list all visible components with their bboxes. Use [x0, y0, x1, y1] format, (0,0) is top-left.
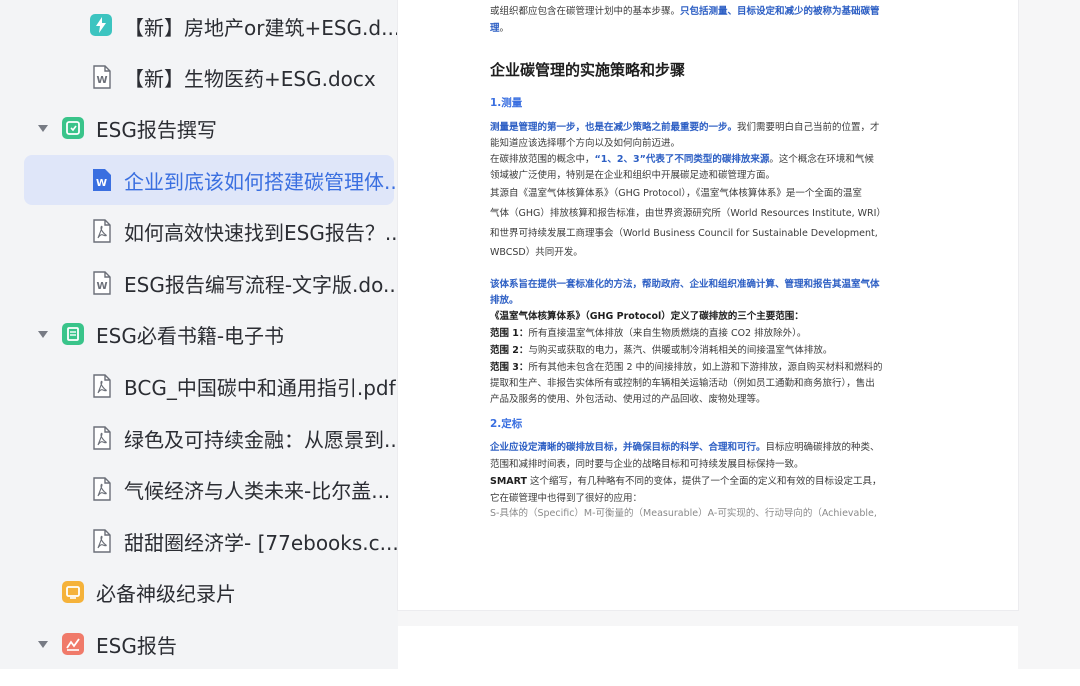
caret-down-icon[interactable] — [38, 125, 48, 132]
tree-item-label: 企业到底该如何搭建碳管理体... — [124, 169, 398, 194]
paragraph-line: 产品及服务的使用、外包活动、使用过的产品回收、废物处理等。 — [490, 394, 766, 405]
red-folder-icon — [62, 633, 84, 655]
next-document-page — [398, 626, 1018, 686]
tree-item-label: 甜甜圈经济学- [77ebooks.c... — [124, 530, 398, 555]
tree-item-find-esg-report[interactable]: 如何高效快速找到ESG报告？... — [86, 206, 398, 256]
tree-item-label: 【新】生物医药+ESG.docx — [124, 66, 376, 91]
tree-folder-label: ESG报告撰写 — [96, 117, 217, 142]
orange-folder-icon — [62, 581, 84, 603]
section-heading: 企业碳管理的实施策略和步骤 — [490, 61, 686, 79]
text-run-bold: SMART — [490, 476, 528, 487]
tree-folder-esg-writing[interactable]: ESG报告撰写 — [30, 103, 396, 153]
tree-item-label: 气候经济与人类未来-比尔盖... — [124, 478, 391, 503]
text-run: 这个缩写，有几种略有不同的变体，提供了一个全面的定义和有效的目标设定工具， — [527, 476, 882, 487]
text-run: 所有直接温室气体排放（来自生物质燃烧的直接 CO2 排放除外）。 — [528, 328, 807, 339]
scope-1-line: 范围 1：所有直接温室气体排放（来自生物质燃烧的直接 CO2 排放除外）。 — [490, 325, 930, 343]
tree-item-label: 绿色及可持续金融：从愿景到... — [124, 427, 398, 452]
pdf-icon — [92, 529, 112, 553]
green-folder-icon — [62, 323, 84, 345]
tree-item-bcg-guide[interactable]: BCG_中国碳中和通用指引.pdf — [86, 361, 396, 411]
intro-line-2: 理。 — [490, 20, 930, 38]
text-run: 在碳排放范围的概念中， — [490, 154, 595, 165]
document-page: 或组织都应包含在碳管理计划中的基本步骤。只包括测量、目标设定和减少的被称为基础碳… — [398, 0, 1018, 610]
subsection-target: 2.定标 — [490, 418, 523, 430]
scope-label: 范围 2： — [490, 345, 529, 356]
tree-item-esg-writing-process[interactable]: W ESG报告编写流程-文字版.do... — [86, 258, 398, 308]
word-doc-icon: W — [92, 271, 112, 295]
paragraph-line: 企业应设定清晰的碳排放目标，并确保目标的科学、合理和可行。目标应明确碳排放的种类… — [490, 439, 930, 457]
tree-item-carbon-management[interactable]: W 企业到底该如何搭建碳管理体... — [24, 155, 398, 205]
paragraph-line: 和世界可持续发展工商理事会（World Business Council for… — [490, 228, 878, 239]
tree-item-green-finance[interactable]: 绿色及可持续金融：从愿景到... — [86, 413, 398, 463]
tree-item-label: BCG_中国碳中和通用指引.pdf — [124, 375, 396, 400]
text-run: 目标应明确碳排放的种类、 — [765, 442, 880, 453]
scope-label: 范围 3： — [490, 362, 529, 373]
paragraph-line: 气体（GHG）排放核算和报告标准，由世界资源研究所（World Resource… — [490, 208, 886, 219]
text-run-bold: 理 — [490, 23, 500, 34]
text-run: 与购买或获取的电力，蒸汽、供暖或制冷消耗相关的间接温室气体排放。 — [528, 345, 833, 356]
tree-item-label: 【新】房地产or建筑+ESG.d... — [124, 15, 398, 40]
tree-folder-label: ESG必看书籍-电子书 — [96, 323, 285, 348]
svg-text:W: W — [96, 178, 107, 189]
tree-item-realestate-esg[interactable]: 【新】房地产or建筑+ESG.d... — [86, 1, 398, 51]
paragraph-line: 领域被广泛使用，特别是在企业和组织中开展碳足迹和碳管理方面。 — [490, 170, 776, 181]
tree-item-climate-economics[interactable]: 气候经济与人类未来-比尔盖... — [86, 464, 396, 514]
pdf-icon — [92, 219, 112, 243]
subsection-measure: 1.测量 — [490, 97, 523, 109]
tree-item-label: 如何高效快速找到ESG报告？... — [124, 220, 398, 245]
pdf-icon — [92, 426, 112, 450]
svg-text:W: W — [97, 75, 108, 86]
scope-label: 范围 1： — [490, 328, 529, 339]
paragraph-line: 范围和减排时间表，同时要与企业的战略目标和可持续发展目标保持一致。 — [490, 459, 804, 470]
tree-folder-documentaries[interactable]: 必备神级纪录片 — [30, 567, 396, 617]
scope-2-line: 范围 2：与购买或获取的电力，蒸汽、供暖或制冷消耗相关的间接温室气体排放。 — [490, 342, 930, 360]
text-run-bold: 只包括测量、目标设定和减少的被称为基础碳管 — [680, 6, 880, 17]
paragraph-line: 《温室气体核算体系》（GHG Protocol）定义了碳排放的三个主要范围： — [490, 311, 804, 322]
green-folder-icon — [62, 117, 84, 139]
intro-line-1: 或组织都应包含在碳管理计划中的基本步骤。只包括测量、目标设定和减少的被称为基础碳… — [490, 3, 930, 21]
file-tree-sidebar: 【新】房地产or建筑+ESG.d... W 【新】生物医药+ESG.docx E… — [0, 0, 398, 669]
word-doc-icon: W — [92, 65, 112, 89]
pdf-icon — [92, 477, 112, 501]
text-run-bold: “1、2、3”代表了不同类型的碳排放来源 — [594, 154, 770, 165]
paragraph-line: SMART 这个缩写，有几种略有不同的变体，提供了一个全面的定义和有效的目标设定… — [490, 473, 930, 491]
svg-text:W: W — [97, 281, 108, 292]
text-run: 。这个概念在环境和气候 — [769, 154, 874, 165]
caret-down-icon[interactable] — [38, 641, 48, 648]
text-run-bold: 测量是管理的第一步，也是在减少策略之前最重要的一步。 — [490, 122, 738, 133]
tree-folder-esg-books[interactable]: ESG必看书籍-电子书 — [30, 309, 396, 359]
tree-item-doughnut-economics[interactable]: 甜甜圈经济学- [77ebooks.c... — [86, 516, 398, 566]
document-viewer: 或组织都应包含在碳管理计划中的基本步骤。只包括测量、目标设定和减少的被称为基础碳… — [398, 0, 1080, 686]
text-run-bold: 企业应设定清晰的碳排放目标，并确保目标的科学、合理和可行。 — [490, 442, 766, 453]
text-run: 或组织都应包含在碳管理计划中的基本步骤。 — [490, 6, 681, 17]
caret-down-icon[interactable] — [38, 331, 48, 338]
tree-folder-esg-report[interactable]: ESG报告 — [30, 619, 396, 669]
lightning-app-icon — [90, 14, 112, 38]
text-run: 所有其他未包含在范围 2 中的间接排放，如上游和下游排放，源自购买材料和燃料的 — [528, 362, 883, 373]
tree-item-biomed-esg[interactable]: W 【新】生物医药+ESG.docx — [86, 52, 396, 102]
paragraph-line: WBCSD）共同开发。 — [490, 247, 583, 258]
tree-folder-label: 必备神级纪录片 — [96, 581, 236, 606]
tree-item-label: ESG报告编写流程-文字版.do... — [124, 272, 398, 297]
tree-folder-label: ESG报告 — [96, 633, 177, 658]
text-run: 。 — [499, 23, 510, 34]
word-doc-icon: W — [92, 168, 112, 192]
paragraph-line: 其源自《温室气体核算体系》（GHG Protocol），《温室气体核算体系》是一… — [490, 188, 862, 199]
pdf-icon — [92, 374, 112, 398]
text-run: 我们需要明白自己当前的位置，才 — [737, 122, 880, 133]
paragraph-line-faded: S-具体的（Specific）M-可衡量的（Measurable）A-可实现的、… — [490, 508, 877, 519]
